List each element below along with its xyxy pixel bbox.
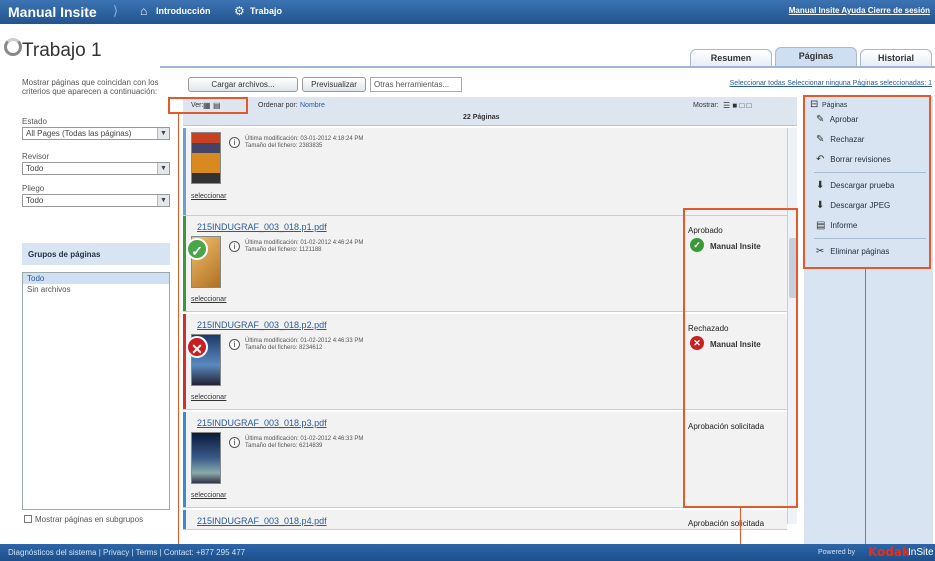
breadcrumb-separator: ⟩ [113, 3, 119, 18]
group-item-sin-archivos[interactable]: Sin archivos [23, 284, 169, 295]
row-meta: Última modificación: 01-02-2012 4:46:24 … [245, 240, 363, 254]
footer-links[interactable]: Diagnósticos del sistema | Privacy | Ter… [8, 548, 245, 557]
groups-title: Grupos de páginas [22, 243, 170, 265]
status-label: Aprobación solicitada [688, 519, 765, 528]
actions-callout-line [865, 269, 866, 561]
group-item-todo[interactable]: Todo [23, 273, 169, 284]
size-text: Tamaño del fichero: 1121188 [245, 247, 322, 253]
size-text: Tamaño del fichero: 2383835 [245, 143, 323, 149]
modified-text: Última modificación: 03-01-2012 4:18:24 … [245, 136, 364, 142]
job-icon [4, 38, 22, 56]
subgroups-checkbox[interactable] [24, 515, 32, 523]
kodak-logo: Kodak [868, 545, 910, 559]
page-filename[interactable]: 215INDUGRAF_003_018.p3.pdf [197, 418, 327, 428]
info-icon[interactable]: i [229, 137, 240, 148]
estado-label: Estado [22, 117, 47, 126]
chevron-down-icon: ▼ [157, 163, 169, 174]
upload-button[interactable]: Cargar archivos... [188, 77, 298, 92]
pliego-select[interactable]: Todo ▼ [22, 194, 170, 207]
estado-select[interactable]: All Pages (Todas las páginas) ▼ [22, 127, 170, 140]
revisor-value: Todo [26, 164, 44, 173]
info-icon[interactable]: i [229, 437, 240, 448]
insite-logo: InSite [908, 547, 934, 558]
gear-icon[interactable]: ⚙ [234, 4, 245, 18]
powered-by: Powered by [818, 549, 855, 556]
tab-paginas[interactable]: Páginas [775, 47, 857, 67]
page-filename[interactable]: 215INDUGRAF_003_018.p2.pdf [197, 320, 327, 330]
info-icon[interactable]: i [229, 339, 240, 350]
row-meta: Última modificación: 01-02-2012 4:46:33 … [245, 338, 363, 352]
chevron-down-icon: ▼ [157, 195, 169, 206]
selection-links[interactable]: Seleccionar todas Seleccionar ninguna Pá… [730, 80, 932, 87]
top-links[interactable]: Manual Insite Ayuda Cierre de sesión [789, 6, 930, 15]
pliego-value: Todo [26, 196, 44, 205]
tools-dropdown-value: Otras herramientas... [374, 80, 450, 89]
top-bar: Manual Insite ⟩ ⌂ Introducción ⚙ Trabajo… [0, 0, 935, 24]
approved-icon: ✓ [186, 238, 208, 260]
select-link[interactable]: seleccionar [191, 394, 226, 401]
tab-historial[interactable]: Historial [860, 49, 932, 67]
home-icon[interactable]: ⌂ [140, 4, 147, 18]
preflight-button[interactable]: Previsualizar [302, 77, 366, 92]
estado-value: All Pages (Todas las páginas) [26, 129, 132, 138]
row-status-bar [183, 128, 186, 215]
view-callout [168, 97, 248, 114]
select-link[interactable]: seleccionar [191, 296, 226, 303]
row-status-bar [183, 412, 186, 507]
rejected-icon: ✕ [186, 336, 208, 358]
pliego-label: Pliego [22, 184, 45, 193]
modified-text: Última modificación: 01-02-2012 4:46:33 … [245, 436, 364, 442]
status-callout [683, 208, 798, 508]
footer: Diagnósticos del sistema | Privacy | Ter… [0, 544, 935, 561]
row-meta: Última modificación: 01-02-2012 4:46:33 … [245, 436, 363, 450]
nav-trabajo[interactable]: Trabajo [250, 6, 282, 16]
app-title[interactable]: Manual Insite [8, 4, 97, 20]
row-status-bar [183, 510, 186, 529]
sort-select[interactable]: Nombre [300, 102, 325, 109]
sort-label: Ordenar por: [258, 102, 298, 109]
revisor-select[interactable]: Todo ▼ [22, 162, 170, 175]
filter-intro: Mostrar páginas que coincidan con los cr… [22, 78, 159, 96]
size-text: Tamaño del fichero: 6214839 [245, 443, 323, 449]
page-thumbnail[interactable] [191, 432, 221, 484]
show-label: Mostrar: [693, 102, 719, 109]
chevron-down-icon: ▼ [157, 128, 169, 139]
info-icon[interactable]: i [229, 241, 240, 252]
page-title: Trabajo 1 [22, 40, 102, 61]
list-item[interactable]: i Última modificación: 03-01-2012 4:18:2… [183, 128, 787, 216]
row-status-bar [183, 314, 186, 409]
groups-list: Todo Sin archivos [22, 272, 170, 510]
page-filename[interactable]: 215INDUGRAF_003_018.p4.pdf [197, 516, 327, 526]
subgroups-label: Mostrar páginas en subgrupos [35, 515, 144, 524]
view-callout-line [178, 114, 179, 561]
tab-resumen[interactable]: Resumen [690, 49, 772, 67]
modified-text: Última modificación: 01-02-2012 4:46:24 … [245, 240, 364, 246]
size-small-icon[interactable]: ☰ ■ □ □ [723, 101, 751, 110]
list-item[interactable]: 215INDUGRAF_003_018.p4.pdf Aprobación so… [183, 510, 787, 530]
select-link[interactable]: seleccionar [191, 492, 226, 499]
pages-toolbar: Cargar archivos... Previsualizar Otras h… [180, 77, 932, 93]
row-meta: Última modificación: 03-01-2012 4:18:24 … [245, 136, 363, 150]
page-count: 22 Páginas [463, 114, 500, 121]
nav-introduccion[interactable]: Introducción [156, 6, 211, 16]
row-status-bar [183, 216, 186, 311]
tools-dropdown[interactable]: Otras herramientas... [370, 77, 462, 92]
list-header: Ver: ▦ ▤ Ordenar por: Nombre 22 Páginas … [183, 97, 797, 126]
revisor-label: Revisor [22, 152, 50, 161]
select-link[interactable]: seleccionar [191, 193, 226, 200]
page-thumbnail[interactable] [191, 132, 221, 184]
size-text: Tamaño del fichero: 8234612 [245, 345, 323, 351]
page-filename[interactable]: 215INDUGRAF_003_018.p1.pdf [197, 222, 327, 232]
modified-text: Última modificación: 01-02-2012 4:46:33 … [245, 338, 364, 344]
tab-underline [160, 66, 935, 68]
actions-callout [803, 95, 931, 269]
